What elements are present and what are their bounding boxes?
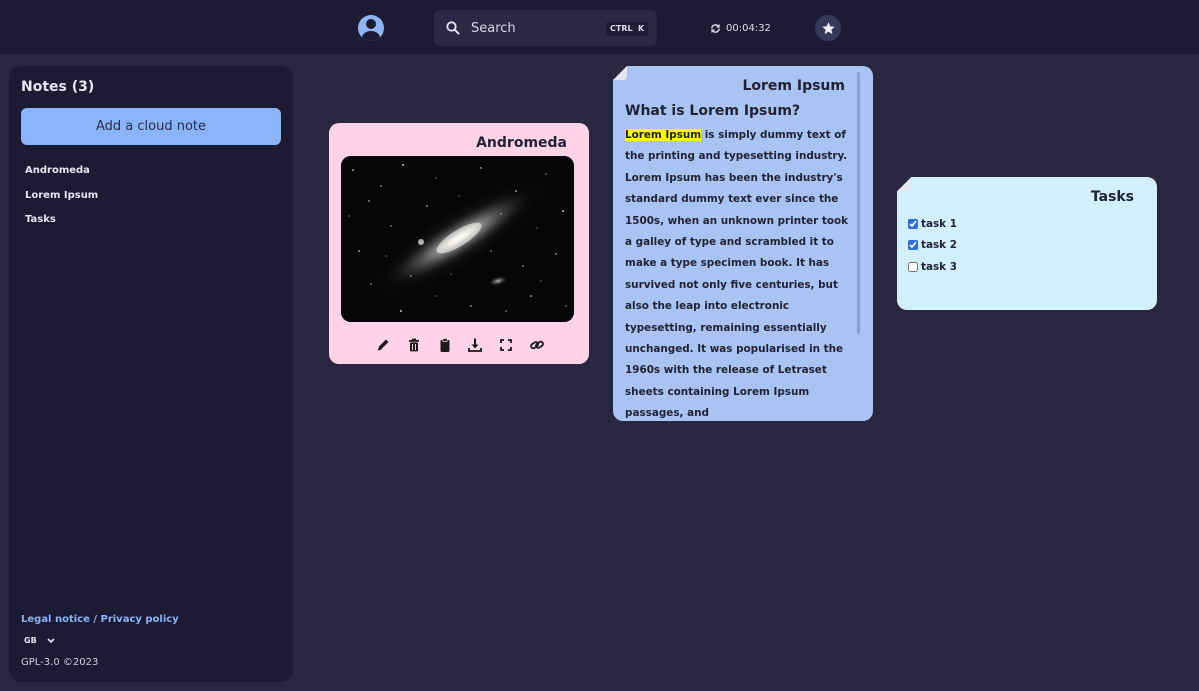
- note-body: Lorem Ipsum is simply dummy text of the …: [625, 125, 857, 421]
- delete-icon[interactable]: [406, 337, 422, 353]
- task-label: task 1: [921, 217, 957, 230]
- user-icon[interactable]: [358, 15, 384, 41]
- note-actions: [375, 336, 545, 354]
- add-cloud-note-button[interactable]: Add a cloud note: [21, 108, 281, 145]
- star-icon: [821, 21, 835, 34]
- task-item[interactable]: task 3: [908, 256, 957, 278]
- note-title: Andromeda: [476, 135, 567, 151]
- task-list: task 1 task 2 task 3: [908, 213, 957, 278]
- note-list-item-andromeda[interactable]: Andromeda: [25, 164, 98, 189]
- link-icon[interactable]: [529, 337, 545, 353]
- legal-privacy-link[interactable]: Legal notice / Privacy policy: [21, 614, 179, 625]
- license-text: GPL-3.0 ©2023: [21, 657, 99, 668]
- task-label: task 3: [921, 260, 957, 273]
- search-bar[interactable]: CTRL K: [434, 10, 657, 46]
- highlighted-text: Lorem Ipsum: [625, 129, 702, 141]
- task-checkbox[interactable]: [908, 218, 918, 229]
- language-value: GB: [24, 636, 37, 645]
- sync-timer[interactable]: 00:04:32: [710, 21, 771, 35]
- top-bar: CTRL K 00:04:32: [0, 0, 1199, 54]
- note-heading: What is Lorem Ipsum?: [625, 103, 801, 119]
- search-input[interactable]: [471, 17, 591, 39]
- notes-count-title: Notes (3): [21, 79, 95, 95]
- download-icon[interactable]: [467, 337, 483, 353]
- task-item[interactable]: task 1: [908, 213, 957, 235]
- note-list: Andromeda Lorem Ipsum Tasks: [25, 164, 98, 238]
- card-corner-fold: [613, 66, 627, 80]
- sync-icon: [711, 23, 720, 33]
- clipboard-icon[interactable]: [437, 337, 453, 353]
- note-list-item-tasks[interactable]: Tasks: [25, 213, 98, 238]
- galaxy-image: [341, 156, 574, 322]
- note-card-andromeda[interactable]: Andromeda: [329, 123, 589, 364]
- scrollbar[interactable]: [857, 72, 860, 334]
- note-title: Tasks: [1090, 189, 1134, 205]
- task-label: task 2: [921, 239, 957, 252]
- fullscreen-icon[interactable]: [498, 337, 514, 353]
- card-corner-fold: [897, 177, 911, 191]
- task-item[interactable]: task 2: [908, 235, 957, 257]
- task-checkbox[interactable]: [908, 261, 918, 272]
- shortcut-ctrl-key: CTRL: [606, 22, 637, 36]
- language-select[interactable]: GB: [24, 636, 55, 645]
- note-title: Lorem Ipsum: [742, 78, 845, 94]
- note-card-lorem-ipsum[interactable]: Lorem Ipsum What is Lorem Ipsum? Lorem I…: [613, 66, 873, 421]
- sync-time: 00:04:32: [726, 22, 771, 34]
- note-card-tasks[interactable]: Tasks task 1 task 2 task 3: [897, 177, 1157, 310]
- shortcut-k-key: K: [634, 22, 649, 36]
- note-body-text: is simply dummy text of the printing and…: [625, 129, 849, 420]
- task-checkbox[interactable]: [908, 240, 918, 251]
- edit-icon[interactable]: [375, 337, 391, 353]
- note-list-item-lorem-ipsum[interactable]: Lorem Ipsum: [25, 189, 98, 214]
- favorites-button[interactable]: [815, 15, 841, 41]
- sidebar: Notes (3) Add a cloud note Andromeda Lor…: [9, 66, 293, 682]
- search-icon: [446, 21, 460, 35]
- chevron-down-icon: [47, 637, 55, 643]
